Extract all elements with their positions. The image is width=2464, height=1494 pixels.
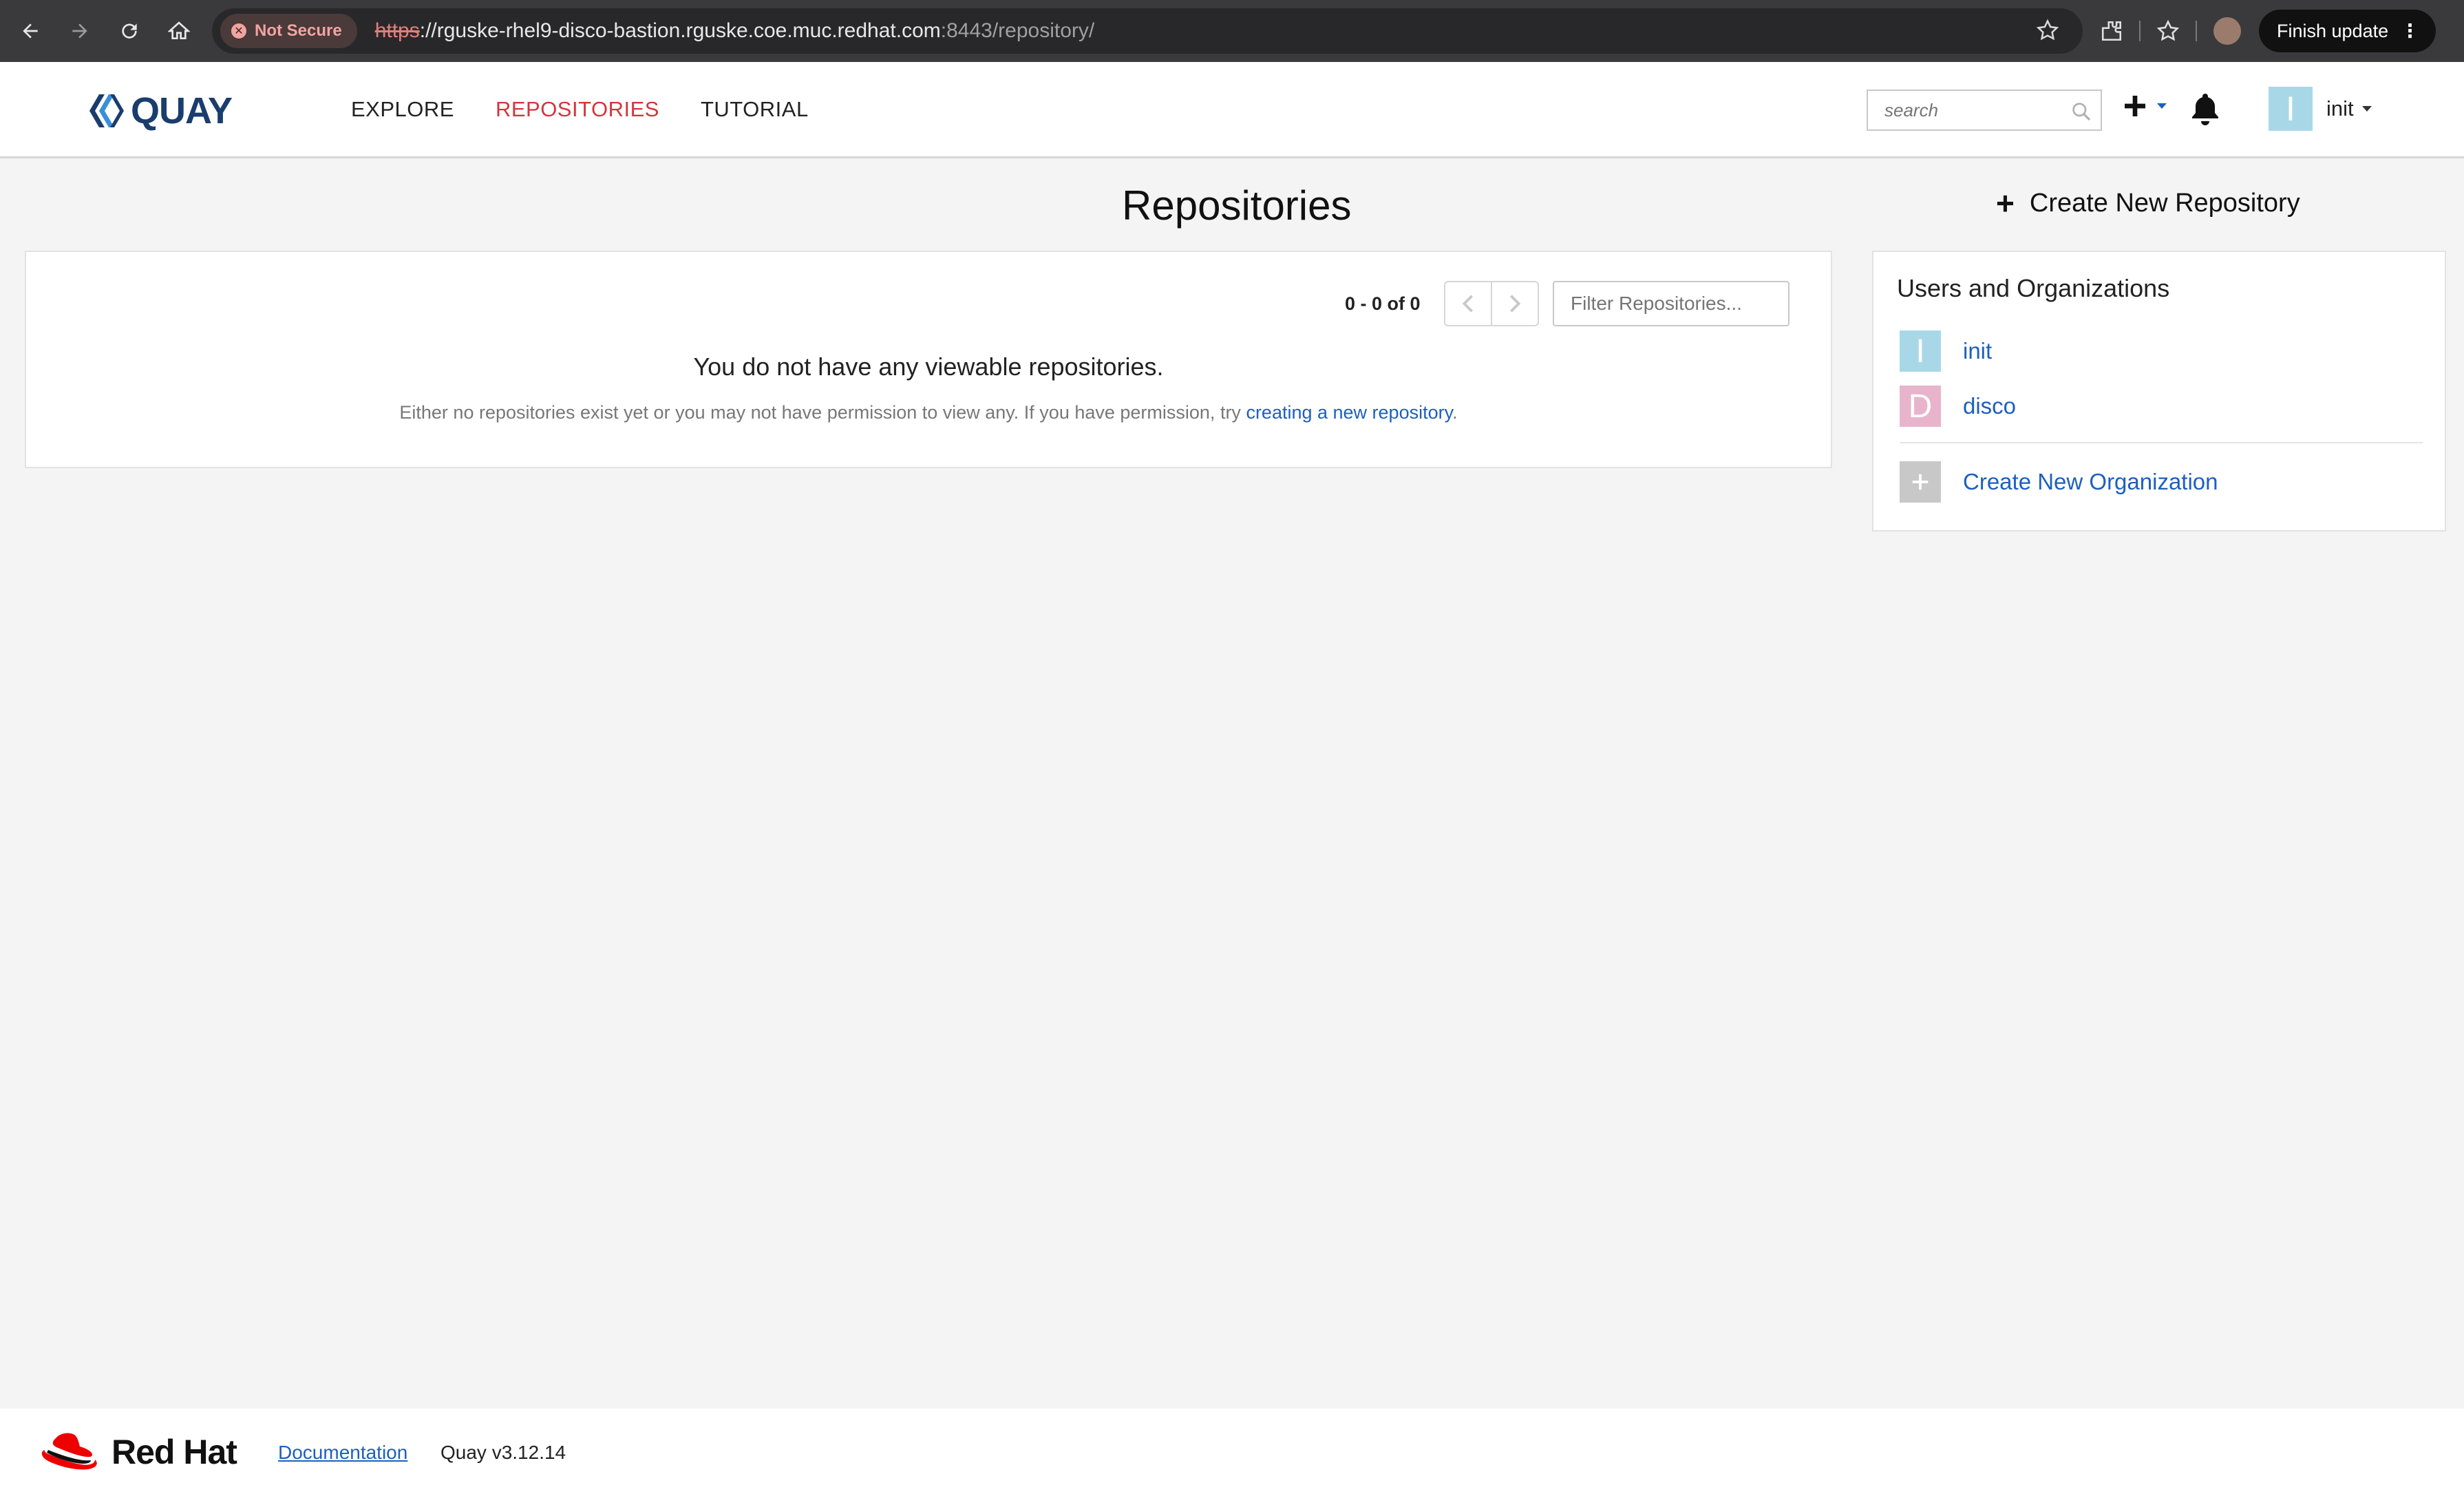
version-label: Quay v3.12.14 xyxy=(440,1442,566,1463)
profile-avatar[interactable] xyxy=(2213,17,2241,45)
empty-state-title: You do not have any viewable repositorie… xyxy=(693,353,1164,381)
next-page-button[interactable] xyxy=(1491,282,1538,325)
org-name[interactable]: init xyxy=(1963,338,1992,364)
url-text[interactable]: https://rguske-rhel9-disco-bastion.rgusk… xyxy=(375,19,1095,43)
filter-repositories-input[interactable] xyxy=(1554,282,1788,325)
more-menu-icon[interactable]: ⋮ xyxy=(2401,21,2419,42)
org-name[interactable]: disco xyxy=(1963,393,2016,419)
not-secure-badge[interactable]: ✕ Not Secure xyxy=(220,14,357,48)
sidebar-title: Users and Organizations xyxy=(1897,274,2170,302)
redhat-logo[interactable]: Red Hat xyxy=(39,1429,237,1475)
create-repository-link[interactable]: creating a new repository xyxy=(1246,402,1452,423)
org-item-disco[interactable]: D disco xyxy=(1900,386,2016,427)
bookmark-star-icon[interactable] xyxy=(2036,19,2059,42)
user-menu[interactable]: I init xyxy=(2269,87,2372,131)
page-title: Repositories xyxy=(1122,182,1352,229)
header-search xyxy=(1867,90,2102,131)
repositories-panel: 0 - 0 of 0 You do not have any viewable … xyxy=(25,251,1832,468)
org-avatar: D xyxy=(1900,386,1941,427)
org-item-init[interactable]: I init xyxy=(1900,330,1992,372)
redhat-fedora-icon xyxy=(41,1433,97,1470)
plus-icon xyxy=(1900,461,1941,503)
finish-update-button[interactable]: Finish update ⋮ xyxy=(2259,10,2436,52)
user-avatar: I xyxy=(2269,87,2313,131)
main-nav: EXPLORE REPOSITORIES TUTORIAL xyxy=(351,62,850,156)
address-bar[interactable]: ✕ Not Secure https://rguske-rhel9-disco-… xyxy=(212,8,2083,54)
forward-icon[interactable] xyxy=(61,12,99,50)
back-icon[interactable] xyxy=(11,12,50,50)
pagination-count: 0 - 0 of 0 xyxy=(1345,293,1421,314)
nav-explore[interactable]: EXPLORE xyxy=(351,97,454,122)
app-header: QUAY EXPLORE REPOSITORIES TUTORIAL I ini… xyxy=(0,62,2464,158)
footer: Red Hat Documentation Quay v3.12.14 xyxy=(0,1409,2464,1494)
nav-tutorial[interactable]: TUTORIAL xyxy=(701,97,809,122)
user-name: init xyxy=(2326,96,2354,120)
quay-logo[interactable]: QUAY xyxy=(84,90,233,132)
documentation-link[interactable]: Documentation xyxy=(278,1442,407,1464)
empty-state-description: Either no repositories exist yet or you … xyxy=(399,402,1458,423)
sidebar-divider xyxy=(1900,442,2423,443)
create-new-organization-button[interactable]: Create New Organization xyxy=(1900,461,2218,503)
search-icon[interactable] xyxy=(2070,101,2092,126)
chevron-right-icon xyxy=(1510,295,1521,313)
extensions-icon[interactable] xyxy=(2092,12,2131,50)
prev-page-button[interactable] xyxy=(1445,282,1491,325)
quay-logo-icon xyxy=(89,94,124,127)
search-input[interactable] xyxy=(1868,99,2061,121)
create-new-repository-button[interactable]: + Create New Repository xyxy=(1996,187,2300,219)
bookmarks-icon[interactable] xyxy=(2149,12,2187,50)
filter-repositories xyxy=(1553,281,1789,326)
users-and-organizations-panel: Users and Organizations I init D disco C… xyxy=(1872,251,2446,532)
home-icon[interactable] xyxy=(160,12,198,50)
browser-toolbar: ✕ Not Secure https://rguske-rhel9-disco-… xyxy=(0,0,2464,62)
chevron-down-icon xyxy=(2157,103,2167,109)
warning-icon: ✕ xyxy=(231,23,246,39)
pagination-buttons xyxy=(1444,281,1539,326)
nav-repositories[interactable]: REPOSITORIES xyxy=(496,97,659,122)
chevron-down-icon xyxy=(2361,106,2372,112)
notifications-bell-icon[interactable] xyxy=(2189,91,2222,130)
plus-icon: + xyxy=(1996,185,2015,221)
create-menu-button[interactable] xyxy=(2121,92,2167,120)
chevron-left-icon xyxy=(1462,295,1473,313)
reload-icon[interactable] xyxy=(110,12,149,50)
toolbar-divider xyxy=(2196,21,2197,41)
org-avatar: I xyxy=(1900,330,1941,372)
toolbar-divider xyxy=(2139,21,2141,41)
plus-icon xyxy=(2125,96,2145,116)
